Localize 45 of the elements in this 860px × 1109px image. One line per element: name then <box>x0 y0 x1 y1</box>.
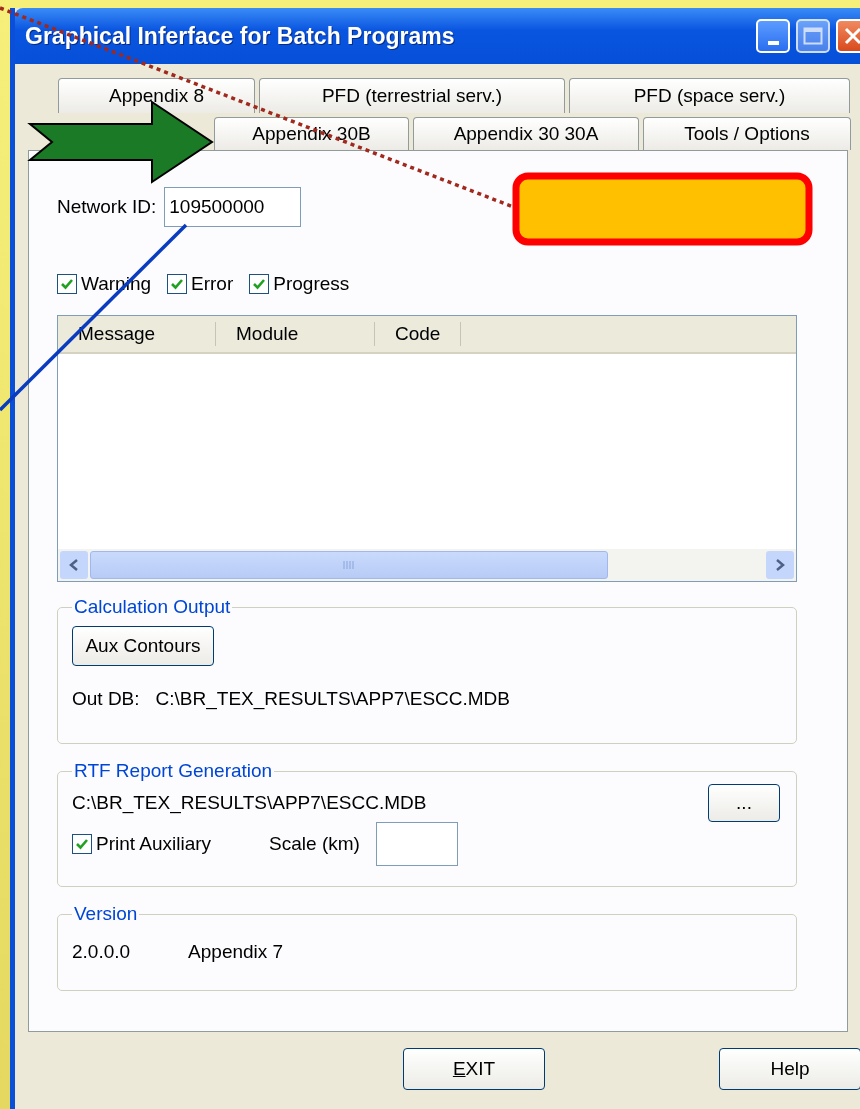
file-path: C:\BR_TEX_RESULTS\APP7\ESCC.MDB <box>72 792 427 814</box>
horizontal-scrollbar[interactable] <box>58 549 796 581</box>
maximize-button[interactable] <box>796 19 830 53</box>
maximize-icon <box>803 27 823 45</box>
minimize-button[interactable] <box>756 19 790 53</box>
file-path: C:\BR_TEX_RESULTS\APP7\ESCC.MDB <box>155 688 510 710</box>
exit-button[interactable]: EXIT <box>403 1048 545 1090</box>
field-label: Scale (km) <box>269 833 360 855</box>
checkbox-label: Error <box>191 273 234 295</box>
group-title: RTF Report Generation <box>73 760 274 782</box>
checkbox[interactable] <box>249 274 270 294</box>
network-id-field[interactable]: 109500000 <box>164 187 302 227</box>
scrollbar-thumb[interactable] <box>90 551 608 579</box>
version-number: 2.0.0.0 <box>72 941 131 963</box>
checkbox[interactable] <box>72 834 92 854</box>
tab[interactable]: Tools / Options <box>643 117 851 150</box>
scroll-left-icon[interactable] <box>60 551 88 579</box>
tab[interactable]: Appendix 30 30A <box>413 117 639 150</box>
group-title: Version <box>73 903 139 925</box>
field-label: Network ID: <box>57 196 157 218</box>
group-title: Calculation Output <box>73 596 232 618</box>
version-name: Appendix 7 <box>188 941 284 963</box>
field-label: Out DB: <box>72 688 140 710</box>
aux-contours-button[interactable]: Aux Contours <box>72 626 214 666</box>
checkmark-icon <box>252 277 267 291</box>
checkbox-label: Progress <box>273 273 350 295</box>
checkbox[interactable] <box>167 274 188 294</box>
scroll-right-icon[interactable] <box>766 551 794 579</box>
tab[interactable]: PFD (terrestrial serv.) <box>259 78 565 113</box>
close-icon <box>844 27 860 45</box>
checkbox-label: Print Auxiliary <box>96 833 212 855</box>
tab[interactable]: Appendix 8 <box>58 78 255 113</box>
checkmark-icon <box>75 837 89 851</box>
checkmark-icon <box>170 277 185 291</box>
tab[interactable]: PFD (space serv.) <box>569 78 850 113</box>
checkmark-icon <box>60 277 74 291</box>
column-header[interactable]: Module <box>216 322 375 346</box>
close-button[interactable] <box>836 19 860 53</box>
minimize-icon <box>767 41 779 45</box>
help-button[interactable]: Help <box>719 1048 860 1090</box>
column-header[interactable]: Message <box>58 322 216 346</box>
column-header[interactable]: Code <box>375 322 462 346</box>
browse-button[interactable]: ... <box>708 784 780 822</box>
checkbox[interactable] <box>57 274 77 294</box>
scale-field[interactable] <box>375 822 458 866</box>
